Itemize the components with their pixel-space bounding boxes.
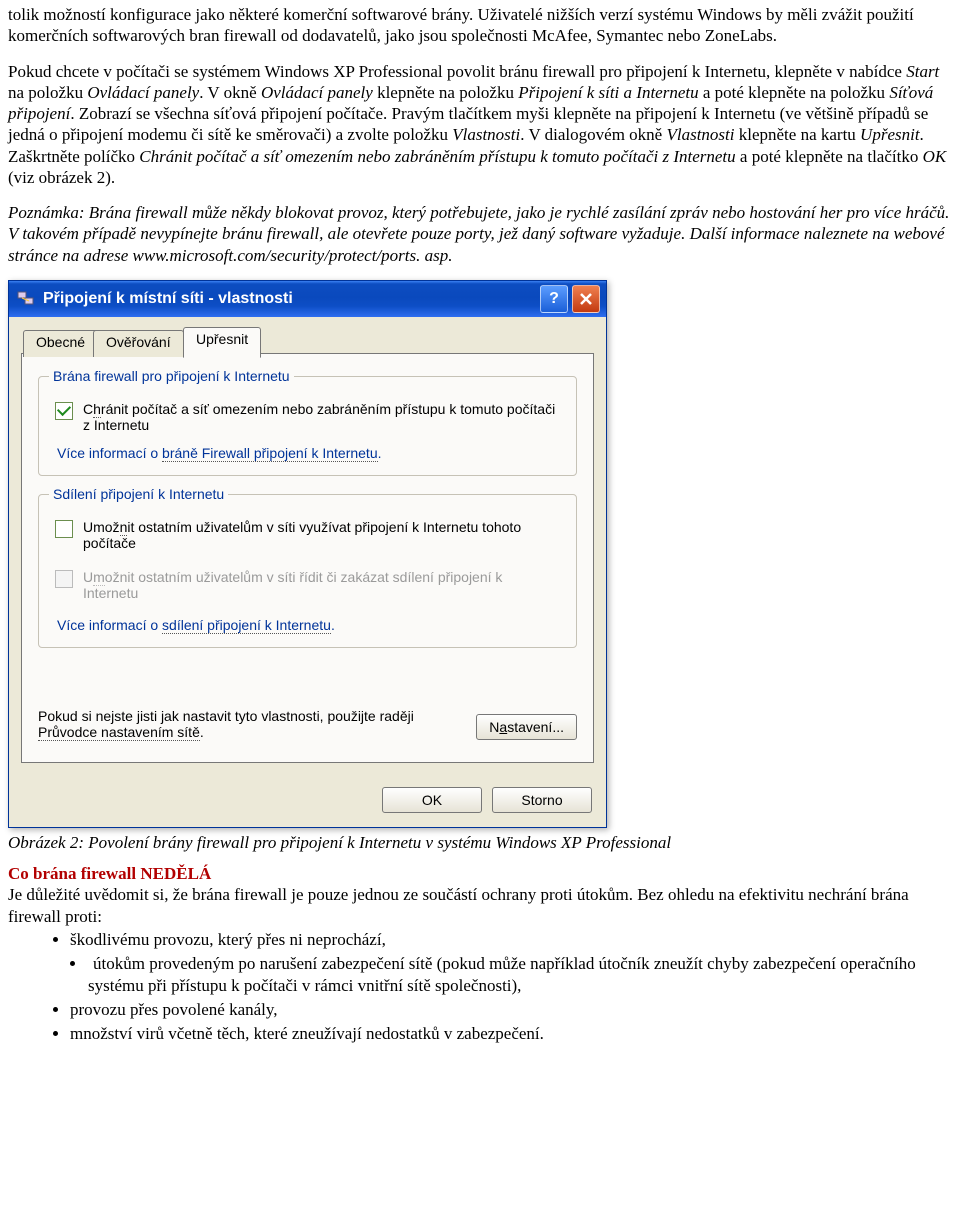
- text-underline: bráně Firewall připojení k Internetu: [162, 445, 378, 462]
- text: N: [489, 719, 499, 735]
- properties-dialog: Připojení k místní síti - vlastnosti ? O…: [8, 280, 607, 828]
- text: Více informací o: [57, 617, 162, 633]
- checkbox-protect[interactable]: [55, 402, 73, 420]
- list-item: škodlivému provozu, který přes ni neproc…: [70, 929, 952, 951]
- paragraph-3: Je důležité uvědomit si, že brána firewa…: [8, 884, 952, 927]
- text-italic: Vlastnosti: [666, 125, 734, 144]
- text: stavení...: [507, 719, 564, 735]
- text: na položku: [8, 83, 87, 102]
- text: a poté klepněte na položku: [699, 83, 890, 102]
- text: klepněte na položku: [373, 83, 518, 102]
- checkbox-allow-share-label: Umožnit ostatním uživatelům v síti využí…: [83, 519, 560, 551]
- bullet-list: škodlivému provozu, který přes ni neproc…: [8, 929, 952, 1045]
- link-firewall-info[interactable]: Více informací o bráně Firewall připojen…: [57, 445, 560, 461]
- text: Pokud chcete v počítači se systémem Wind…: [8, 62, 906, 81]
- tab-overovani[interactable]: Ověřování: [93, 330, 184, 357]
- dialog-titlebar[interactable]: Připojení k místní síti - vlastnosti ?: [9, 281, 606, 317]
- dialog-title: Připojení k místní síti - vlastnosti: [43, 290, 536, 308]
- text: . V okně: [199, 83, 261, 102]
- text: .: [378, 445, 382, 461]
- group-firewall: Brána firewall pro připojení k Internetu…: [38, 376, 577, 476]
- text-italic: Chránit počítač a síť omezením nebo zabr…: [139, 147, 735, 166]
- figure-caption: Obrázek 2: Povolení brány firewall pro p…: [8, 832, 952, 853]
- settings-hint: Pokud si nejste jisti jak nastavit tyto …: [38, 708, 418, 740]
- text: . V dialogovém okně: [520, 125, 666, 144]
- note-paragraph: Poznámka: Brána firewall může někdy blok…: [8, 202, 952, 266]
- close-button[interactable]: [572, 285, 600, 313]
- text: Umož: [83, 519, 120, 535]
- text: klepněte na kartu: [734, 125, 860, 144]
- text-italic: Start: [906, 62, 939, 81]
- text: (viz obrázek 2).: [8, 168, 115, 187]
- text: Pokud si nejste jisti jak nastavit tyto …: [38, 708, 414, 724]
- text-underline: sdílení připojení k Internetu: [162, 617, 331, 634]
- tab-upresnit[interactable]: Upřesnit: [183, 327, 261, 358]
- list-item: množství virů včetně těch, které zneužív…: [70, 1023, 952, 1045]
- help-button[interactable]: ?: [540, 285, 568, 313]
- checkbox-protect-label: Chránit počítač a síť omezením nebo zabr…: [83, 401, 560, 433]
- text: C: [83, 401, 93, 417]
- settings-button[interactable]: Nastavení...: [476, 714, 577, 740]
- text: Více informací o: [57, 445, 162, 461]
- group-label-firewall: Brána firewall pro připojení k Internetu: [49, 368, 294, 384]
- cancel-button[interactable]: Storno: [492, 787, 592, 813]
- text-italic: Připojení k síti a Internetu: [518, 83, 698, 102]
- group-sharing: Sdílení připojení k Internetu Umožnit os…: [38, 494, 577, 648]
- network-icon: [17, 290, 35, 308]
- tab-obecne[interactable]: Obecné: [23, 330, 98, 357]
- text: a poté klepněte na tlačítko: [736, 147, 923, 166]
- text: .: [200, 724, 204, 740]
- text-italic: Vlastnosti: [452, 125, 520, 144]
- text-italic: Ovládací panely: [261, 83, 373, 102]
- text-accel: m: [93, 569, 105, 586]
- text-accel: h: [93, 401, 101, 418]
- text: ránit počítač a síť omezením nebo zabrán…: [83, 401, 555, 433]
- checkbox-allow-share[interactable]: [55, 520, 73, 538]
- tab-pane-upresnit: Brána firewall pro připojení k Internetu…: [21, 353, 594, 763]
- group-label-sharing: Sdílení připojení k Internetu: [49, 486, 228, 502]
- paragraph-2: Pokud chcete v počítači se systémem Wind…: [8, 61, 952, 189]
- text: .: [331, 617, 335, 633]
- text-underline: Průvodce nastavením sítě: [38, 724, 200, 741]
- paragraph-1: tolik možností konfigurace jako některé …: [8, 4, 952, 47]
- text-italic: Ovládací panely: [87, 83, 199, 102]
- text-italic: OK: [923, 147, 947, 166]
- text: ožnit ostatním uživatelům v síti řídit č…: [83, 569, 502, 601]
- link-sharing-info[interactable]: Více informací o sdílení připojení k Int…: [57, 617, 560, 633]
- text: it ostatním uživatelům v síti využívat p…: [83, 519, 521, 551]
- tab-row: Obecné Ověřování Upřesnit: [23, 327, 594, 353]
- text: U: [83, 569, 93, 585]
- heading-red: Co brána firewall NEDĚLÁ: [8, 863, 952, 884]
- ok-button[interactable]: OK: [382, 787, 482, 813]
- checkbox-allow-control-label: Umožnit ostatním uživatelům v síti řídit…: [83, 569, 560, 601]
- list-item: útokům provedeným po narušení zabezpečen…: [14, 953, 952, 997]
- checkbox-allow-control: [55, 570, 73, 588]
- list-item: provozu přes povolené kanály,: [70, 999, 952, 1021]
- text-italic: Upřesnit: [860, 125, 920, 144]
